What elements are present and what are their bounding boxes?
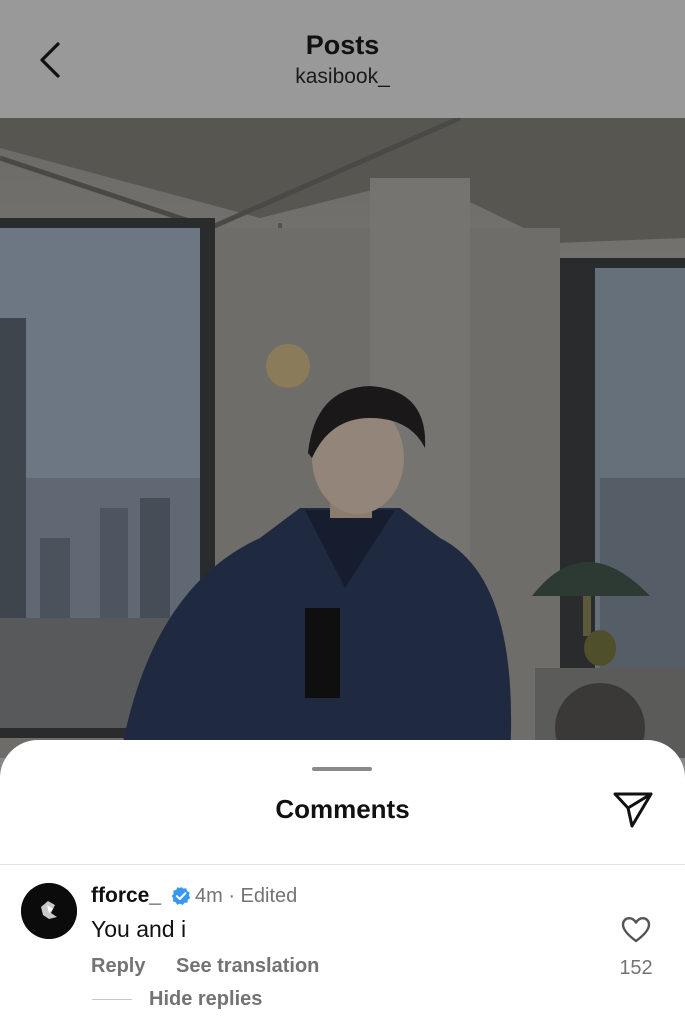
see-translation-button[interactable]: See translation	[176, 955, 319, 978]
send-icon[interactable]	[612, 790, 654, 830]
comments-sheet: Comments fforce_ 4m · Edited You and i R…	[0, 740, 685, 1024]
heart-outline-icon[interactable]	[621, 916, 651, 944]
avatar[interactable]	[21, 883, 77, 939]
sheet-grabber-handle[interactable]	[312, 767, 372, 771]
verified-badge-icon	[171, 886, 191, 905]
page-subtitle-username[interactable]: kasibook_	[0, 65, 685, 89]
replies-divider-line	[92, 999, 132, 1000]
post-image[interactable]	[0, 118, 685, 758]
comment-username[interactable]: fforce_	[91, 884, 161, 908]
comment-meta: 4m · Edited	[195, 885, 298, 907]
hide-replies-button[interactable]: Hide replies	[149, 988, 262, 1011]
comment-text: You and i	[91, 916, 187, 942]
comments-title: Comments	[275, 794, 410, 824]
post-header: Posts kasibook_	[0, 0, 685, 118]
page-title: Posts	[305, 30, 380, 60]
sheet-divider	[0, 864, 685, 865]
like-count: 152	[619, 957, 653, 979]
reply-button[interactable]: Reply	[91, 955, 145, 978]
